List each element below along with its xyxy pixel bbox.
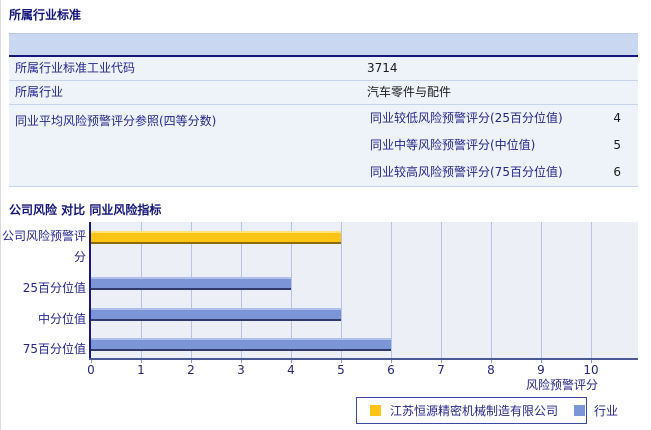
x-tick-label: 6 <box>387 363 395 377</box>
section-title-industry-standard: 所属行业标准 <box>9 8 82 22</box>
sub-row-label: 同业较高风险预警评分(75百分位值) <box>370 165 563 179</box>
category-label: 公司风险预警评分 <box>1 229 86 264</box>
x-tick-label: 4 <box>287 363 295 377</box>
table-row: 所属行业 汽车零件与配件 <box>9 81 638 105</box>
category-label: 中分位值 <box>37 312 86 326</box>
gridline <box>441 222 442 358</box>
x-tick-label: 0 <box>87 363 95 377</box>
industry-p25-bar <box>91 277 291 290</box>
x-tick-label: 3 <box>237 363 245 377</box>
row-label: 所属行业标准工业代码 <box>15 61 136 75</box>
x-tick-label: 5 <box>337 363 345 377</box>
gridline <box>391 222 392 358</box>
report-page: 所属行业标准 所属行业标准工业代码 3714 所属行业 汽车零件与配件 同业平均… <box>0 0 651 430</box>
industry-median-bar <box>91 308 341 321</box>
x-axis-label: 风险预警评分 <box>525 378 598 392</box>
x-tick-label: 9 <box>537 363 545 377</box>
x-tick-label: 2 <box>187 363 195 377</box>
category-label: 25百分位值 <box>22 281 86 295</box>
x-tick-label: 1 <box>137 363 145 377</box>
sub-row-label: 同业中等风险预警评分(中位值) <box>370 138 536 152</box>
sub-row-value: 4 <box>613 111 621 125</box>
sub-row-label: 同业较低风险预警评分(25百分位值) <box>370 111 563 125</box>
row-value: 汽车零件与配件 <box>367 85 452 99</box>
sub-row: 同业较高风险预警评分(75百分位值) 6 <box>367 159 638 186</box>
x-tick-label: 10 <box>583 363 599 377</box>
company-legend-label: 江苏恒源精密机械制造有限公司 <box>390 404 559 418</box>
category-label: 75百分位值 <box>22 342 86 356</box>
table-header-row <box>9 33 638 57</box>
industry-legend-swatch <box>574 405 586 416</box>
section-title-risk-comparison: 公司风险 对比 同业风险指标 <box>9 203 162 217</box>
quartile-sub-rows: 同业较低风险预警评分(25百分位值) 4 同业中等风险预警评分(中位值) 5 同… <box>367 105 638 186</box>
chart-legend: 江苏恒源精密机械制造有限公司 行业 <box>356 397 618 424</box>
row-value: 3714 <box>367 61 398 75</box>
table-row: 所属行业标准工业代码 3714 <box>9 57 638 81</box>
row-label: 同业平均风险预警评分参照(四等分数) <box>15 114 217 128</box>
sub-row-value: 6 <box>613 165 621 179</box>
gridline <box>491 222 492 358</box>
industry-p75-bar <box>91 338 391 351</box>
company-score-bar <box>91 231 341 244</box>
sub-row: 同业较低风险预警评分(25百分位值) 4 <box>367 105 638 132</box>
industry-standard-table: 所属行业标准工业代码 3714 所属行业 汽车零件与配件 同业平均风险预警评分参… <box>9 33 638 187</box>
gridline <box>541 222 542 358</box>
x-tick-label: 7 <box>437 363 445 377</box>
table-row: 同业平均风险预警评分参照(四等分数) 同业较低风险预警评分(25百分位值) 4 … <box>9 105 638 187</box>
industry-legend-label: 行业 <box>594 404 619 418</box>
sub-row-value: 5 <box>613 138 621 152</box>
row-label: 所属行业 <box>15 85 64 99</box>
company-legend-swatch <box>370 405 381 416</box>
x-tick-label: 8 <box>487 363 495 377</box>
sub-row: 同业中等风险预警评分(中位值) 5 <box>367 132 638 159</box>
gridline <box>591 222 592 358</box>
